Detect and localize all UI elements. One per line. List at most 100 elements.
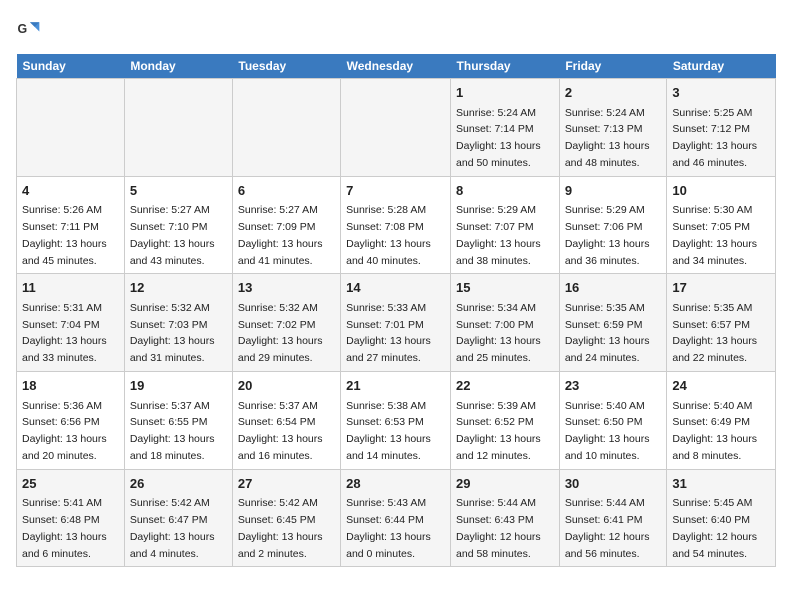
day-number: 23 <box>565 376 662 396</box>
calendar-cell: 17Sunrise: 5:35 AM Sunset: 6:57 PM Dayli… <box>667 274 776 372</box>
day-info: Sunrise: 5:42 AM Sunset: 6:45 PM Dayligh… <box>238 495 335 562</box>
day-info: Sunrise: 5:24 AM Sunset: 7:13 PM Dayligh… <box>565 105 662 172</box>
day-number: 10 <box>672 181 770 201</box>
day-info: Sunrise: 5:32 AM Sunset: 7:02 PM Dayligh… <box>238 300 335 367</box>
calendar-cell: 4Sunrise: 5:26 AM Sunset: 7:11 PM Daylig… <box>17 176 125 274</box>
day-info: Sunrise: 5:28 AM Sunset: 7:08 PM Dayligh… <box>346 202 445 269</box>
day-number: 8 <box>456 181 554 201</box>
calendar-cell: 27Sunrise: 5:42 AM Sunset: 6:45 PM Dayli… <box>232 469 340 567</box>
calendar-cell: 20Sunrise: 5:37 AM Sunset: 6:54 PM Dayli… <box>232 372 340 470</box>
calendar-cell: 28Sunrise: 5:43 AM Sunset: 6:44 PM Dayli… <box>341 469 451 567</box>
calendar-cell: 5Sunrise: 5:27 AM Sunset: 7:10 PM Daylig… <box>124 176 232 274</box>
day-number: 7 <box>346 181 445 201</box>
day-number: 30 <box>565 474 662 494</box>
day-number: 25 <box>22 474 119 494</box>
day-info: Sunrise: 5:30 AM Sunset: 7:05 PM Dayligh… <box>672 202 770 269</box>
day-number: 26 <box>130 474 227 494</box>
day-info: Sunrise: 5:38 AM Sunset: 6:53 PM Dayligh… <box>346 398 445 465</box>
calendar-cell: 9Sunrise: 5:29 AM Sunset: 7:06 PM Daylig… <box>559 176 667 274</box>
day-number: 19 <box>130 376 227 396</box>
calendar-cell: 1Sunrise: 5:24 AM Sunset: 7:14 PM Daylig… <box>451 79 560 177</box>
day-number: 6 <box>238 181 335 201</box>
day-number: 5 <box>130 181 227 201</box>
calendar-cell: 30Sunrise: 5:44 AM Sunset: 6:41 PM Dayli… <box>559 469 667 567</box>
col-header-wednesday: Wednesday <box>341 54 451 79</box>
day-number: 22 <box>456 376 554 396</box>
calendar-cell: 22Sunrise: 5:39 AM Sunset: 6:52 PM Dayli… <box>451 372 560 470</box>
day-info: Sunrise: 5:34 AM Sunset: 7:00 PM Dayligh… <box>456 300 554 367</box>
day-info: Sunrise: 5:44 AM Sunset: 6:41 PM Dayligh… <box>565 495 662 562</box>
calendar-cell <box>124 79 232 177</box>
col-header-thursday: Thursday <box>451 54 560 79</box>
svg-text:G: G <box>18 22 28 36</box>
day-info: Sunrise: 5:37 AM Sunset: 6:55 PM Dayligh… <box>130 398 227 465</box>
day-info: Sunrise: 5:24 AM Sunset: 7:14 PM Dayligh… <box>456 105 554 172</box>
day-number: 4 <box>22 181 119 201</box>
day-info: Sunrise: 5:32 AM Sunset: 7:03 PM Dayligh… <box>130 300 227 367</box>
day-number: 29 <box>456 474 554 494</box>
calendar-cell: 25Sunrise: 5:41 AM Sunset: 6:48 PM Dayli… <box>17 469 125 567</box>
calendar-cell <box>341 79 451 177</box>
calendar-cell: 8Sunrise: 5:29 AM Sunset: 7:07 PM Daylig… <box>451 176 560 274</box>
day-number: 24 <box>672 376 770 396</box>
day-info: Sunrise: 5:39 AM Sunset: 6:52 PM Dayligh… <box>456 398 554 465</box>
day-number: 14 <box>346 278 445 298</box>
calendar-cell: 29Sunrise: 5:44 AM Sunset: 6:43 PM Dayli… <box>451 469 560 567</box>
day-info: Sunrise: 5:36 AM Sunset: 6:56 PM Dayligh… <box>22 398 119 465</box>
day-info: Sunrise: 5:33 AM Sunset: 7:01 PM Dayligh… <box>346 300 445 367</box>
col-header-saturday: Saturday <box>667 54 776 79</box>
day-number: 1 <box>456 83 554 103</box>
col-header-sunday: Sunday <box>17 54 125 79</box>
day-info: Sunrise: 5:29 AM Sunset: 7:07 PM Dayligh… <box>456 202 554 269</box>
day-number: 20 <box>238 376 335 396</box>
day-number: 3 <box>672 83 770 103</box>
day-number: 28 <box>346 474 445 494</box>
calendar-cell <box>17 79 125 177</box>
calendar-cell: 19Sunrise: 5:37 AM Sunset: 6:55 PM Dayli… <box>124 372 232 470</box>
day-info: Sunrise: 5:43 AM Sunset: 6:44 PM Dayligh… <box>346 495 445 562</box>
calendar-cell: 10Sunrise: 5:30 AM Sunset: 7:05 PM Dayli… <box>667 176 776 274</box>
calendar-week-row: 18Sunrise: 5:36 AM Sunset: 6:56 PM Dayli… <box>17 372 776 470</box>
calendar-cell: 15Sunrise: 5:34 AM Sunset: 7:00 PM Dayli… <box>451 274 560 372</box>
calendar-cell: 3Sunrise: 5:25 AM Sunset: 7:12 PM Daylig… <box>667 79 776 177</box>
day-number: 15 <box>456 278 554 298</box>
col-header-friday: Friday <box>559 54 667 79</box>
day-number: 21 <box>346 376 445 396</box>
calendar-week-row: 4Sunrise: 5:26 AM Sunset: 7:11 PM Daylig… <box>17 176 776 274</box>
day-number: 12 <box>130 278 227 298</box>
calendar-cell: 18Sunrise: 5:36 AM Sunset: 6:56 PM Dayli… <box>17 372 125 470</box>
day-number: 18 <box>22 376 119 396</box>
day-number: 17 <box>672 278 770 298</box>
calendar-cell: 23Sunrise: 5:40 AM Sunset: 6:50 PM Dayli… <box>559 372 667 470</box>
calendar-cell: 12Sunrise: 5:32 AM Sunset: 7:03 PM Dayli… <box>124 274 232 372</box>
calendar-cell: 11Sunrise: 5:31 AM Sunset: 7:04 PM Dayli… <box>17 274 125 372</box>
calendar-cell: 13Sunrise: 5:32 AM Sunset: 7:02 PM Dayli… <box>232 274 340 372</box>
day-info: Sunrise: 5:40 AM Sunset: 6:50 PM Dayligh… <box>565 398 662 465</box>
calendar-cell <box>232 79 340 177</box>
logo: G <box>16 16 48 44</box>
day-info: Sunrise: 5:26 AM Sunset: 7:11 PM Dayligh… <box>22 202 119 269</box>
day-info: Sunrise: 5:37 AM Sunset: 6:54 PM Dayligh… <box>238 398 335 465</box>
day-number: 13 <box>238 278 335 298</box>
day-info: Sunrise: 5:45 AM Sunset: 6:40 PM Dayligh… <box>672 495 770 562</box>
calendar-header-row: SundayMondayTuesdayWednesdayThursdayFrid… <box>17 54 776 79</box>
calendar-cell: 14Sunrise: 5:33 AM Sunset: 7:01 PM Dayli… <box>341 274 451 372</box>
day-info: Sunrise: 5:27 AM Sunset: 7:09 PM Dayligh… <box>238 202 335 269</box>
day-number: 2 <box>565 83 662 103</box>
day-info: Sunrise: 5:29 AM Sunset: 7:06 PM Dayligh… <box>565 202 662 269</box>
day-number: 9 <box>565 181 662 201</box>
calendar-table: SundayMondayTuesdayWednesdayThursdayFrid… <box>16 54 776 567</box>
calendar-cell: 26Sunrise: 5:42 AM Sunset: 6:47 PM Dayli… <box>124 469 232 567</box>
calendar-week-row: 25Sunrise: 5:41 AM Sunset: 6:48 PM Dayli… <box>17 469 776 567</box>
day-info: Sunrise: 5:42 AM Sunset: 6:47 PM Dayligh… <box>130 495 227 562</box>
calendar-week-row: 1Sunrise: 5:24 AM Sunset: 7:14 PM Daylig… <box>17 79 776 177</box>
day-number: 11 <box>22 278 119 298</box>
calendar-cell: 7Sunrise: 5:28 AM Sunset: 7:08 PM Daylig… <box>341 176 451 274</box>
day-number: 27 <box>238 474 335 494</box>
day-number: 16 <box>565 278 662 298</box>
day-info: Sunrise: 5:35 AM Sunset: 6:57 PM Dayligh… <box>672 300 770 367</box>
day-info: Sunrise: 5:35 AM Sunset: 6:59 PM Dayligh… <box>565 300 662 367</box>
day-info: Sunrise: 5:31 AM Sunset: 7:04 PM Dayligh… <box>22 300 119 367</box>
col-header-tuesday: Tuesday <box>232 54 340 79</box>
calendar-week-row: 11Sunrise: 5:31 AM Sunset: 7:04 PM Dayli… <box>17 274 776 372</box>
